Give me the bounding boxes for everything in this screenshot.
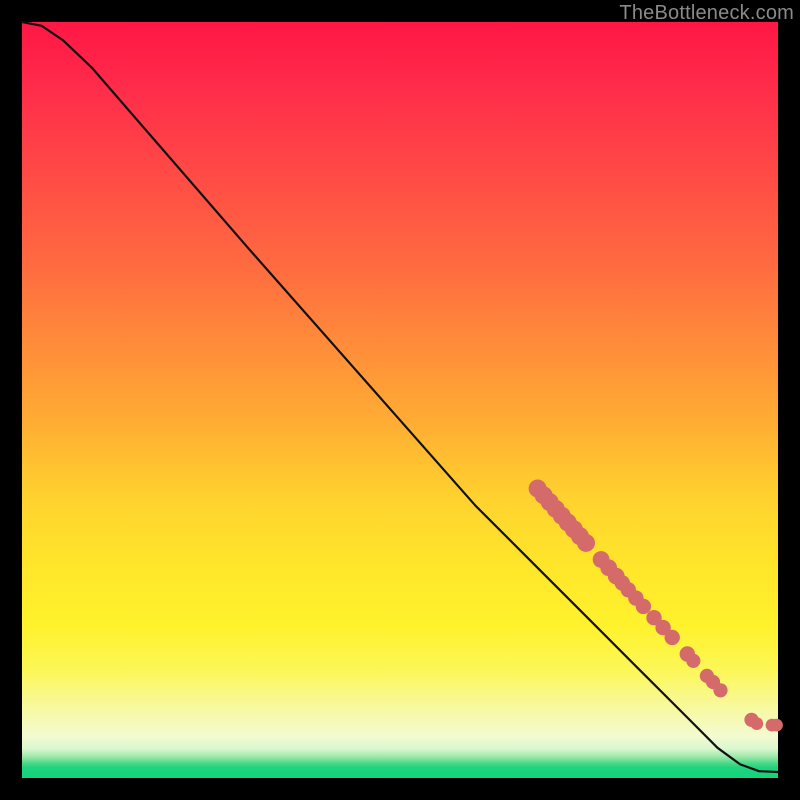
bottleneck-curve: [22, 22, 778, 772]
data-marker: [577, 534, 595, 552]
data-marker: [665, 630, 680, 645]
data-marker: [750, 717, 763, 730]
chart-stage: TheBottleneck.com: [0, 0, 800, 800]
attribution-text: TheBottleneck.com: [619, 2, 794, 25]
data-marker: [770, 719, 783, 732]
chart-plot-area: [22, 22, 778, 778]
marker-group: [529, 480, 783, 732]
data-marker: [636, 599, 651, 614]
data-marker: [686, 654, 700, 668]
data-marker: [713, 683, 727, 697]
chart-svg: [22, 22, 778, 778]
